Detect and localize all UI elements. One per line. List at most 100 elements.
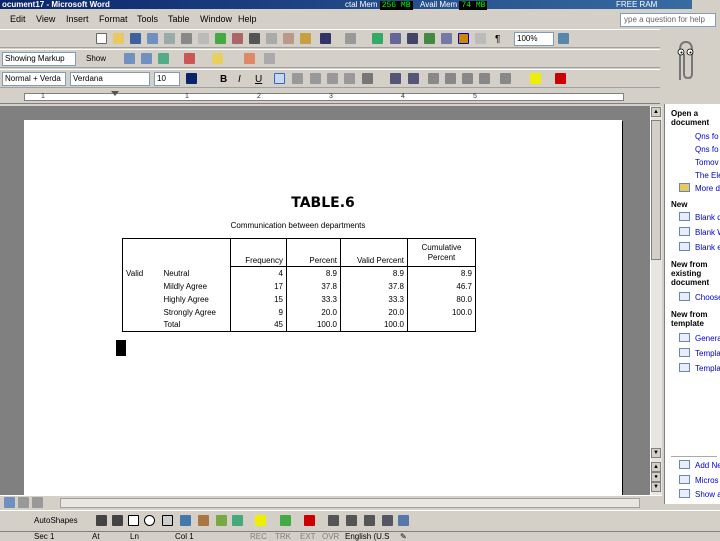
- show-menu[interactable]: Show: [86, 54, 106, 63]
- show-hide-icon[interactable]: ¶: [495, 34, 500, 45]
- menu-help[interactable]: Help: [238, 14, 257, 24]
- new-item[interactable]: Blank e: [695, 243, 720, 252]
- horizontal-scrollbar[interactable]: [60, 498, 640, 508]
- columns-icon[interactable]: [441, 33, 452, 44]
- font-color-icon[interactable]: [555, 73, 566, 84]
- font-select[interactable]: Verdana: [70, 72, 150, 86]
- draw-font-color-icon[interactable]: [304, 515, 315, 526]
- research-icon[interactable]: [232, 33, 243, 44]
- italic-button[interactable]: I: [238, 74, 241, 85]
- bottom-link[interactable]: Micros: [695, 476, 719, 485]
- window-controls[interactable]: [692, 0, 720, 9]
- permission-icon[interactable]: [147, 33, 158, 44]
- scrollbar-thumb[interactable]: [651, 120, 661, 260]
- template-item[interactable]: Templa: [695, 364, 720, 373]
- line-style-icon[interactable]: [328, 515, 339, 526]
- menu-view[interactable]: View: [36, 14, 55, 24]
- copy-icon[interactable]: [266, 33, 277, 44]
- insert-comment-icon[interactable]: [212, 53, 223, 64]
- diagram-icon[interactable]: [198, 515, 209, 526]
- open-item[interactable]: Qns fo: [695, 145, 719, 154]
- menu-edit[interactable]: Edit: [10, 14, 26, 24]
- insert-excel-icon[interactable]: [424, 33, 435, 44]
- picture-icon[interactable]: [232, 515, 243, 526]
- decrease-indent-icon[interactable]: [462, 73, 473, 84]
- menu-format[interactable]: Format: [99, 14, 128, 24]
- help-icon[interactable]: [558, 33, 569, 44]
- print-preview-icon[interactable]: [198, 33, 209, 44]
- menu-tools[interactable]: Tools: [137, 14, 158, 24]
- borders-icon[interactable]: [500, 73, 511, 84]
- styles-formatting-icon[interactable]: [186, 73, 197, 84]
- help-search-input[interactable]: ype a question for help: [620, 13, 716, 27]
- clip-art-icon[interactable]: [216, 515, 227, 526]
- track-changes-icon[interactable]: [244, 53, 255, 64]
- save-icon[interactable]: [130, 33, 141, 44]
- font-size-select[interactable]: 10: [154, 72, 180, 86]
- checkbox-icon[interactable]: [679, 489, 690, 498]
- reject-change-icon[interactable]: [184, 53, 195, 64]
- justify-icon[interactable]: [327, 73, 338, 84]
- line-color-icon[interactable]: [280, 515, 291, 526]
- menu-table[interactable]: Table: [168, 14, 190, 24]
- accept-change-icon[interactable]: [158, 53, 169, 64]
- new-item[interactable]: Blank d: [695, 213, 720, 222]
- arrow-icon[interactable]: [112, 515, 123, 526]
- zoom-select[interactable]: 100%: [514, 32, 554, 46]
- tables-borders-icon[interactable]: [390, 33, 401, 44]
- select-browse-object-icon[interactable]: ●: [651, 472, 661, 482]
- open-item[interactable]: Tomov: [695, 158, 719, 167]
- paste-icon[interactable]: [283, 33, 294, 44]
- shadow-style-icon[interactable]: [382, 515, 393, 526]
- normal-view-icon[interactable]: [4, 497, 15, 508]
- email-icon[interactable]: [164, 33, 175, 44]
- bullets-icon[interactable]: [445, 73, 456, 84]
- style-select[interactable]: Normal + Verda: [2, 72, 66, 86]
- choose-document-link[interactable]: Choose: [695, 293, 720, 302]
- arrow-style-icon[interactable]: [364, 515, 375, 526]
- rtl-icon[interactable]: [408, 73, 419, 84]
- undo-icon[interactable]: [320, 33, 331, 44]
- spelling-icon[interactable]: [215, 33, 226, 44]
- menu-insert[interactable]: Insert: [66, 14, 89, 24]
- more-documents-link[interactable]: More d: [695, 184, 720, 193]
- bold-button[interactable]: B: [220, 74, 227, 85]
- oval-icon[interactable]: [144, 515, 155, 526]
- rectangle-icon[interactable]: [128, 515, 139, 526]
- numbering-icon[interactable]: [428, 73, 439, 84]
- scroll-up-icon[interactable]: ▲: [651, 107, 661, 117]
- autoshapes-menu[interactable]: AutoShapes: [34, 516, 78, 525]
- template-item[interactable]: Templa: [695, 349, 720, 358]
- align-center-icon[interactable]: [292, 73, 303, 84]
- office-assistant-icon[interactable]: [668, 36, 702, 86]
- line-spacing-icon[interactable]: [362, 73, 373, 84]
- previous-change-icon[interactable]: [124, 53, 135, 64]
- wordart-icon[interactable]: [180, 515, 191, 526]
- open-item[interactable]: Qns fo: [695, 132, 719, 141]
- align-right-icon[interactable]: [310, 73, 321, 84]
- open-icon[interactable]: [113, 33, 124, 44]
- highlight-icon[interactable]: [530, 73, 541, 84]
- template-item[interactable]: Genera: [695, 334, 720, 343]
- ltr-icon[interactable]: [390, 73, 401, 84]
- text-box-icon[interactable]: [162, 515, 173, 526]
- 3d-style-icon[interactable]: [398, 515, 409, 526]
- menu-window[interactable]: Window: [200, 14, 232, 24]
- hyperlink-icon[interactable]: [372, 33, 383, 44]
- cut-icon[interactable]: [249, 33, 260, 44]
- reviewing-pane-icon[interactable]: [264, 53, 275, 64]
- bottom-link[interactable]: Add Ne: [695, 461, 720, 470]
- dash-style-icon[interactable]: [346, 515, 357, 526]
- align-left-icon[interactable]: [274, 73, 285, 84]
- new-item[interactable]: Blank W: [695, 228, 720, 237]
- underline-button[interactable]: U: [255, 74, 262, 85]
- next-page-icon[interactable]: ▼: [651, 482, 661, 492]
- increase-indent-icon[interactable]: [479, 73, 490, 84]
- previous-page-icon[interactable]: ▲: [651, 462, 661, 472]
- format-painter-icon[interactable]: [300, 33, 311, 44]
- line-icon[interactable]: [96, 515, 107, 526]
- showing-markup-select[interactable]: Showing Markup: [2, 52, 76, 66]
- document-map-icon[interactable]: [475, 33, 486, 44]
- print-icon[interactable]: [181, 33, 192, 44]
- fill-color-icon[interactable]: [255, 515, 266, 526]
